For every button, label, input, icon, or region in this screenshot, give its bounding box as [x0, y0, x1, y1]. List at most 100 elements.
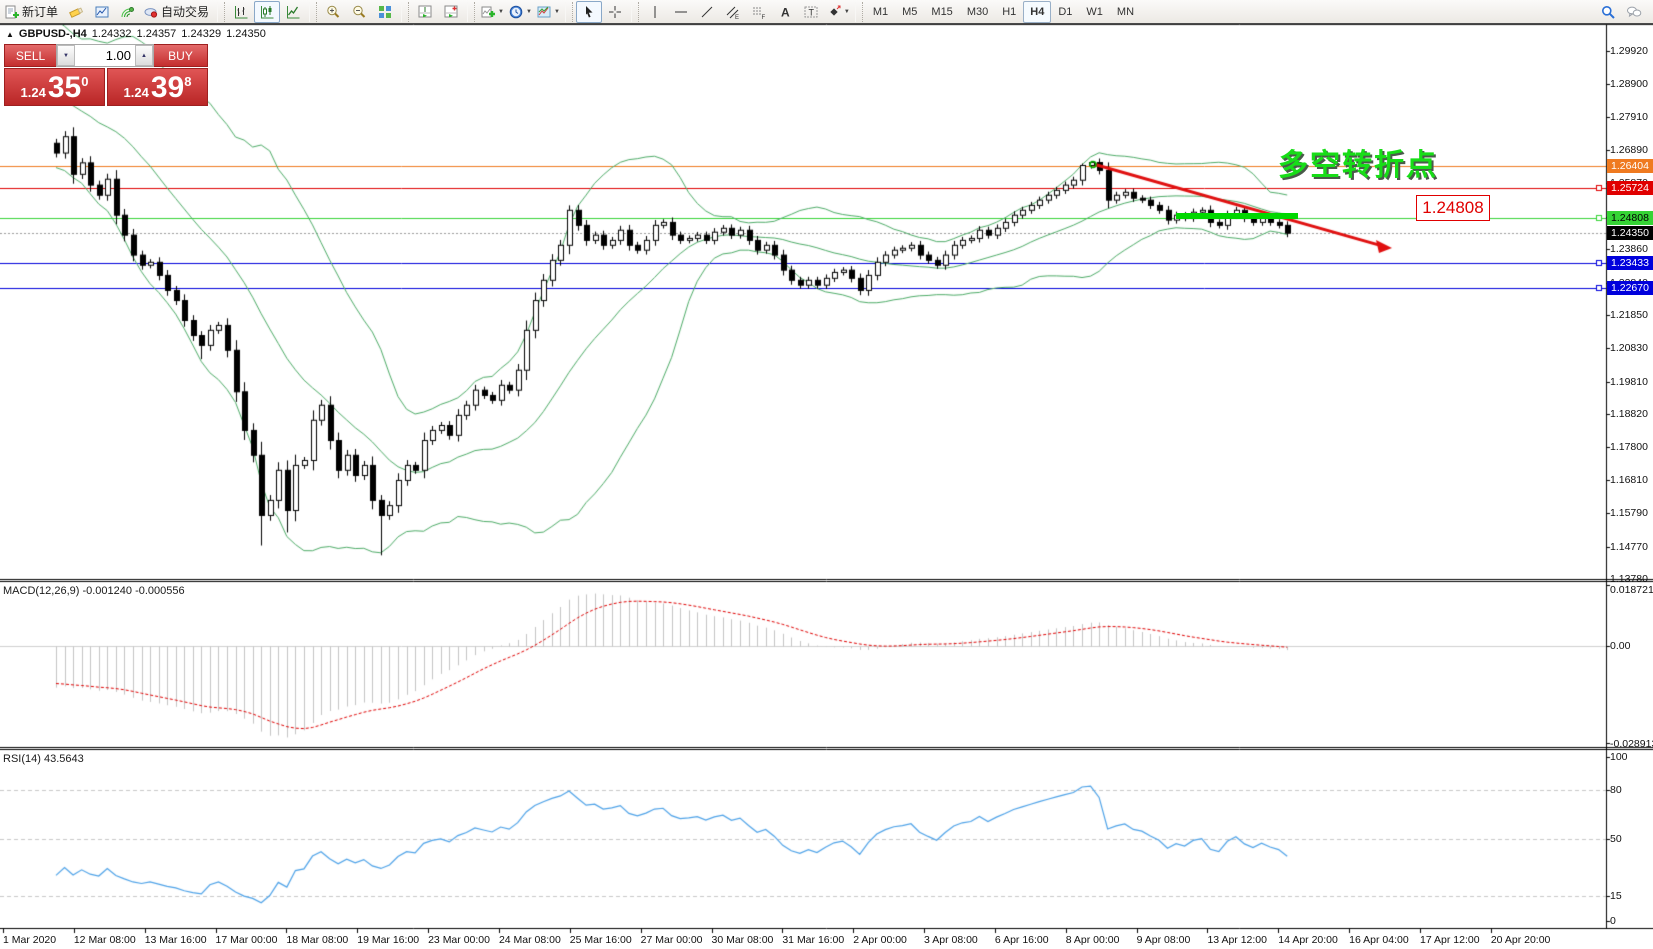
timeframe-h1[interactable]: H1 — [995, 1, 1023, 23]
time-axis-label: 1 Mar 2020 — [3, 934, 56, 946]
fibonacci-button[interactable]: F — [746, 1, 772, 23]
crosshair-button[interactable] — [602, 1, 628, 23]
time-axis-label: 19 Mar 16:00 — [357, 934, 419, 946]
dropdown-arrow-icon[interactable]: ▼ — [526, 9, 532, 15]
buy-price-tile[interactable]: 1.24 39 8 — [107, 68, 208, 106]
time-axis-label: 20 Apr 20:00 — [1491, 934, 1551, 946]
toolbar-separator — [565, 2, 573, 22]
timeframe-m15[interactable]: M15 — [924, 1, 959, 23]
time-axis-label: 8 Apr 00:00 — [1066, 934, 1120, 946]
add-indicator-icon — [480, 4, 496, 20]
buy-price-main: 1.24 — [124, 85, 149, 100]
price-line-badge: 1.26404 — [1607, 159, 1653, 173]
period-button[interactable]: ▼ — [506, 1, 534, 23]
text-label-icon: T — [803, 4, 819, 20]
zoom-in-button[interactable] — [320, 1, 346, 23]
horizontal-line-button[interactable] — [668, 1, 694, 23]
candle-chart-button[interactable] — [254, 1, 280, 23]
timeframe-m30[interactable]: M30 — [960, 1, 995, 23]
rsi-tick-label: 100 — [1610, 751, 1628, 763]
timeframe-d1[interactable]: D1 — [1051, 1, 1079, 23]
arrows-button[interactable]: ▼ — [824, 1, 852, 23]
auto-arrange-icon — [417, 4, 433, 20]
dropdown-arrow-icon[interactable]: ▼ — [498, 9, 504, 15]
text-button[interactable]: A — [772, 1, 798, 23]
autotrade-button[interactable]: 自动交易 — [141, 1, 214, 23]
timeframe-mn[interactable]: MN — [1110, 1, 1141, 23]
volume-input[interactable] — [75, 45, 135, 66]
trendline-button[interactable] — [694, 1, 720, 23]
buy-button[interactable]: BUY — [154, 44, 208, 67]
time-axis-label: 16 Apr 04:00 — [1349, 934, 1409, 946]
chart-header: ▲ GBPUSD-,H4 1.24332 1.24357 1.24329 1.2… — [6, 28, 266, 40]
time-axis-label: 23 Mar 00:00 — [428, 934, 490, 946]
sell-price-tile[interactable]: 1.24 35 0 — [4, 68, 105, 106]
sell-button[interactable]: SELL — [4, 44, 56, 67]
turning-point-annotation[interactable]: 多空转折点 — [1278, 140, 1438, 184]
green-highlight-segment[interactable] — [1176, 213, 1298, 219]
zoom-out-button[interactable] — [346, 1, 372, 23]
timeframe-h4[interactable]: H4 — [1023, 1, 1051, 23]
add-indicator-button[interactable]: ▼ — [478, 1, 506, 23]
chat-button[interactable] — [1621, 1, 1647, 23]
cascade-button[interactable] — [438, 1, 464, 23]
sell-price-big: 35 — [48, 73, 81, 103]
dropdown-arrow-icon[interactable]: ▼ — [844, 9, 850, 15]
macd-indicator-label: MACD(12,26,9) -0.001240 -0.000556 — [3, 585, 185, 597]
price-tick-label: 1.23860 — [1610, 243, 1648, 255]
volume-increase-button[interactable]: ▲ — [135, 45, 153, 66]
ohlc-close: 1.24350 — [226, 28, 266, 40]
price-tick-label: 1.19810 — [1610, 376, 1648, 388]
macd-scale-zero: 0.00 — [1610, 640, 1630, 652]
timeframe-w1[interactable]: W1 — [1079, 1, 1110, 23]
text-icon: A — [777, 4, 793, 20]
buy-price-pip: 8 — [184, 74, 191, 89]
svg-text:F: F — [761, 15, 765, 20]
candle-chart-icon — [259, 4, 275, 20]
tile-windows-button[interactable] — [372, 1, 398, 23]
signal-button[interactable] — [115, 1, 141, 23]
channel-icon: E — [725, 4, 741, 20]
trendline-icon — [699, 4, 715, 20]
volume-decrease-button[interactable]: ▼ — [57, 45, 75, 66]
zoom-out-icon — [351, 4, 367, 20]
chat-icon — [1626, 4, 1642, 20]
macd-scale-min: -0.028913 — [1610, 738, 1653, 750]
cursor-button[interactable] — [576, 1, 602, 23]
price-tick-label: 1.26890 — [1610, 144, 1648, 156]
channel-button[interactable]: E — [720, 1, 746, 23]
price-tick-label: 1.14770 — [1610, 541, 1648, 553]
arrows-icon — [826, 4, 842, 20]
fibonacci-icon: F — [751, 4, 767, 20]
tile-windows-icon — [377, 4, 393, 20]
price-tick-label: 1.17800 — [1610, 441, 1648, 453]
time-axis-label: 13 Mar 16:00 — [145, 934, 207, 946]
timeframe-m1[interactable]: M1 — [866, 1, 895, 23]
time-axis-label: 13 Apr 12:00 — [1207, 934, 1267, 946]
time-axis-label: 2 Apr 00:00 — [853, 934, 907, 946]
price-tick-label: 1.21850 — [1610, 309, 1648, 321]
new-order-button[interactable]: 新订单 — [2, 1, 63, 23]
timeframe-m5[interactable]: M5 — [895, 1, 924, 23]
price-callout-box[interactable]: 1.24808 — [1416, 195, 1490, 221]
template-button[interactable]: ▼ — [534, 1, 562, 23]
line-chart-button[interactable] — [280, 1, 306, 23]
rsi-tick-label: 50 — [1610, 833, 1622, 845]
line-chart-icon — [285, 4, 301, 20]
market-watch-button[interactable] — [89, 1, 115, 23]
text-label-button[interactable]: T — [798, 1, 824, 23]
collapse-arrow-icon[interactable]: ▲ — [6, 30, 14, 39]
search-icon — [1600, 4, 1616, 20]
time-axis-label: 27 Mar 00:00 — [641, 934, 703, 946]
rsi-indicator-label: RSI(14) 43.5643 — [3, 753, 84, 765]
time-axis-label: 18 Mar 08:00 — [286, 934, 348, 946]
toolbar-separator — [631, 2, 639, 22]
bar-chart-button[interactable] — [228, 1, 254, 23]
search-button[interactable] — [1595, 1, 1621, 23]
dropdown-arrow-icon[interactable]: ▼ — [554, 9, 560, 15]
time-axis-label: 3 Apr 08:00 — [924, 934, 978, 946]
vertical-line-button[interactable] — [642, 1, 668, 23]
time-axis-label: 9 Apr 08:00 — [1137, 934, 1191, 946]
auto-arrange-button[interactable] — [412, 1, 438, 23]
highlighter-button[interactable] — [63, 1, 89, 23]
